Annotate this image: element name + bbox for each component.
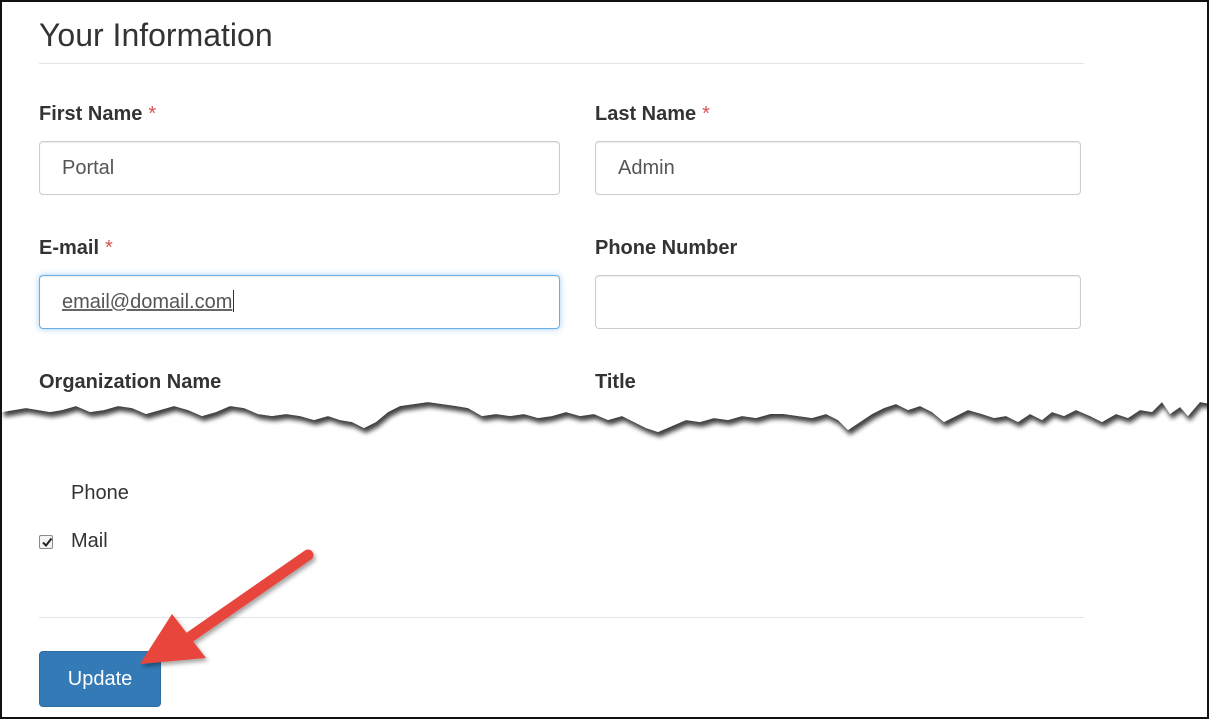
last-name-label-text: Last Name — [595, 103, 697, 125]
title-label: Title — [595, 371, 636, 394]
checkbox-checked-icon[interactable] — [39, 534, 53, 549]
update-button[interactable]: Update — [39, 651, 161, 707]
email-input[interactable]: email@domail.com — [39, 275, 560, 329]
title-divider — [39, 63, 1084, 64]
contact-mail-label: Mail — [71, 530, 108, 552]
first-name-label-text: First Name — [39, 103, 143, 125]
first-name-label: First Name * — [39, 103, 156, 126]
contact-mail-option[interactable]: Mail — [39, 530, 108, 553]
title-label-text: Title — [595, 371, 636, 393]
screenshot-frame: Your Information First Name * Portal Last… — [0, 0, 1209, 719]
required-marker: * — [105, 237, 113, 259]
email-value: email@domail.com — [62, 291, 233, 313]
last-name-label: Last Name * — [595, 103, 710, 126]
email-label: E-mail * — [39, 237, 113, 260]
contact-phone-label: Phone — [71, 482, 129, 504]
section-title: Your Information — [39, 17, 273, 53]
phone-number-label: Phone Number — [595, 237, 737, 260]
first-name-input[interactable]: Portal — [39, 141, 560, 195]
actions-divider — [39, 617, 1084, 618]
torn-edge-divider — [2, 392, 1207, 432]
first-name-value: Portal — [62, 157, 115, 179]
last-name-input[interactable]: Admin — [595, 141, 1081, 195]
required-marker: * — [148, 103, 157, 125]
organization-name-label-text: Organization Name — [39, 371, 222, 393]
contact-phone-option[interactable]: Phone — [39, 482, 129, 505]
last-name-value: Admin — [618, 157, 675, 179]
phone-number-input[interactable] — [595, 275, 1081, 329]
phone-number-label-text: Phone Number — [595, 237, 738, 259]
required-marker: * — [702, 103, 710, 125]
text-caret — [233, 290, 235, 312]
email-label-text: E-mail — [39, 237, 100, 259]
organization-name-label: Organization Name — [39, 371, 221, 394]
